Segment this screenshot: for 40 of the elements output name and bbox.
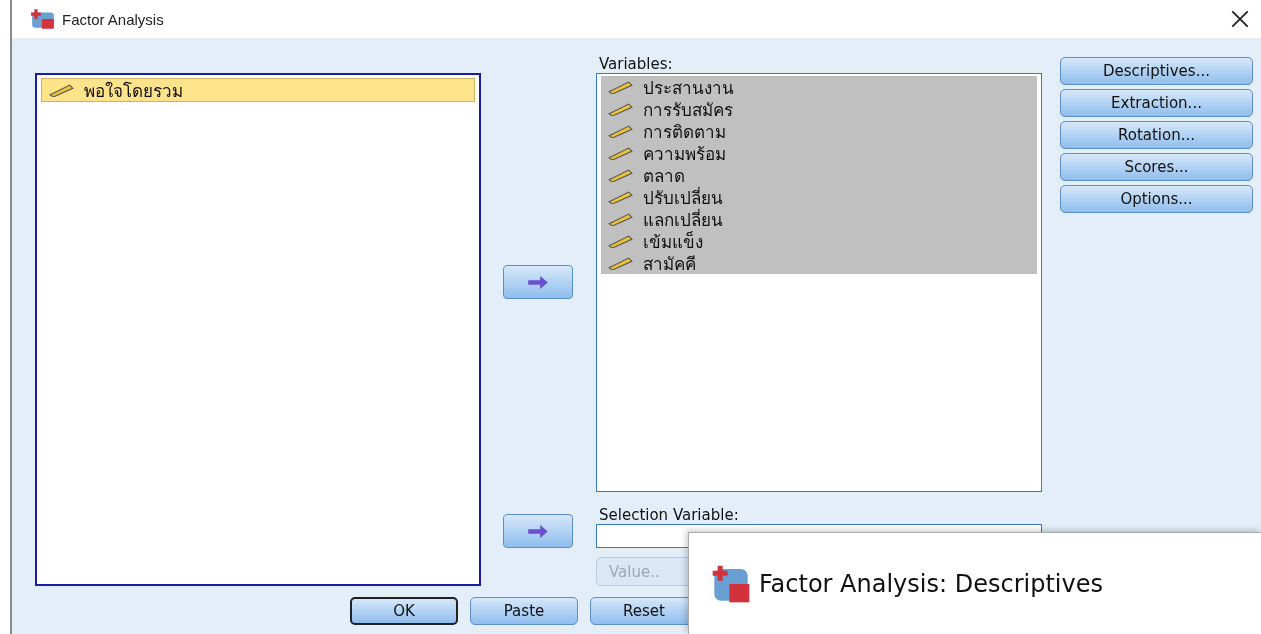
variable-item[interactable]: แลกเปลี่ยน	[601, 208, 1037, 230]
variable-item[interactable]: การรับสมัคร	[601, 98, 1037, 120]
move-selection-button[interactable]	[503, 514, 573, 548]
ruler-icon	[607, 234, 633, 248]
ruler-icon	[607, 102, 633, 116]
arrow-icon	[527, 524, 549, 538]
dialog-button[interactable]: Descriptives...	[1060, 57, 1253, 85]
variable-item[interactable]: ปรับเปลี่ยน	[601, 186, 1037, 208]
dialog-button[interactable]: Extraction...	[1060, 89, 1253, 117]
app-icon	[711, 563, 751, 604]
variable-item[interactable]: พอใจโดยรวม	[41, 78, 475, 102]
variable-item[interactable]: การติดตาม	[601, 120, 1037, 142]
window-title: Factor Analysis	[62, 10, 164, 28]
ruler-icon	[48, 83, 74, 97]
variable-item[interactable]: เข้มแข็ง	[601, 230, 1037, 252]
close-icon[interactable]	[1231, 10, 1249, 28]
arrow-icon	[527, 275, 549, 289]
ruler-icon	[607, 212, 633, 226]
dialog-button[interactable]: Paste	[470, 597, 578, 625]
selection-variable-label: Selection Variable:	[598, 506, 740, 524]
ruler-icon	[607, 80, 633, 94]
dialog-button[interactable]: Rotation...	[1060, 121, 1253, 149]
dialog-button[interactable]: OK	[350, 597, 458, 625]
variables-list[interactable]: ประสานงาน การรับสมัคร การติดตาม ความพร้อม ตลาด ปรับเปลี่ยน แลกเปลี่ยน เข้มแข็ง สามัคคี	[596, 73, 1042, 492]
source-variable-list[interactable]: พอใจโดยรวม	[35, 73, 481, 586]
ruler-icon	[607, 256, 633, 270]
variables-label: Variables:	[598, 55, 674, 73]
variable-item[interactable]: ประสานงาน	[601, 76, 1037, 98]
dialog-button[interactable]: Options...	[1060, 185, 1253, 213]
move-variables-button[interactable]	[503, 265, 573, 299]
ruler-icon	[607, 190, 633, 204]
ruler-icon	[607, 124, 633, 138]
variable-item[interactable]: ความพร้อม	[601, 142, 1037, 164]
variable-item[interactable]: ตลาด	[601, 164, 1037, 186]
dialog-title: Factor Analysis: Descriptives	[759, 569, 1103, 598]
variable-item[interactable]: สามัคคี	[601, 252, 1037, 274]
app-icon	[30, 8, 56, 30]
ruler-icon	[607, 168, 633, 182]
dialog-button[interactable]: Scores...	[1060, 153, 1253, 181]
ruler-icon	[607, 146, 633, 160]
